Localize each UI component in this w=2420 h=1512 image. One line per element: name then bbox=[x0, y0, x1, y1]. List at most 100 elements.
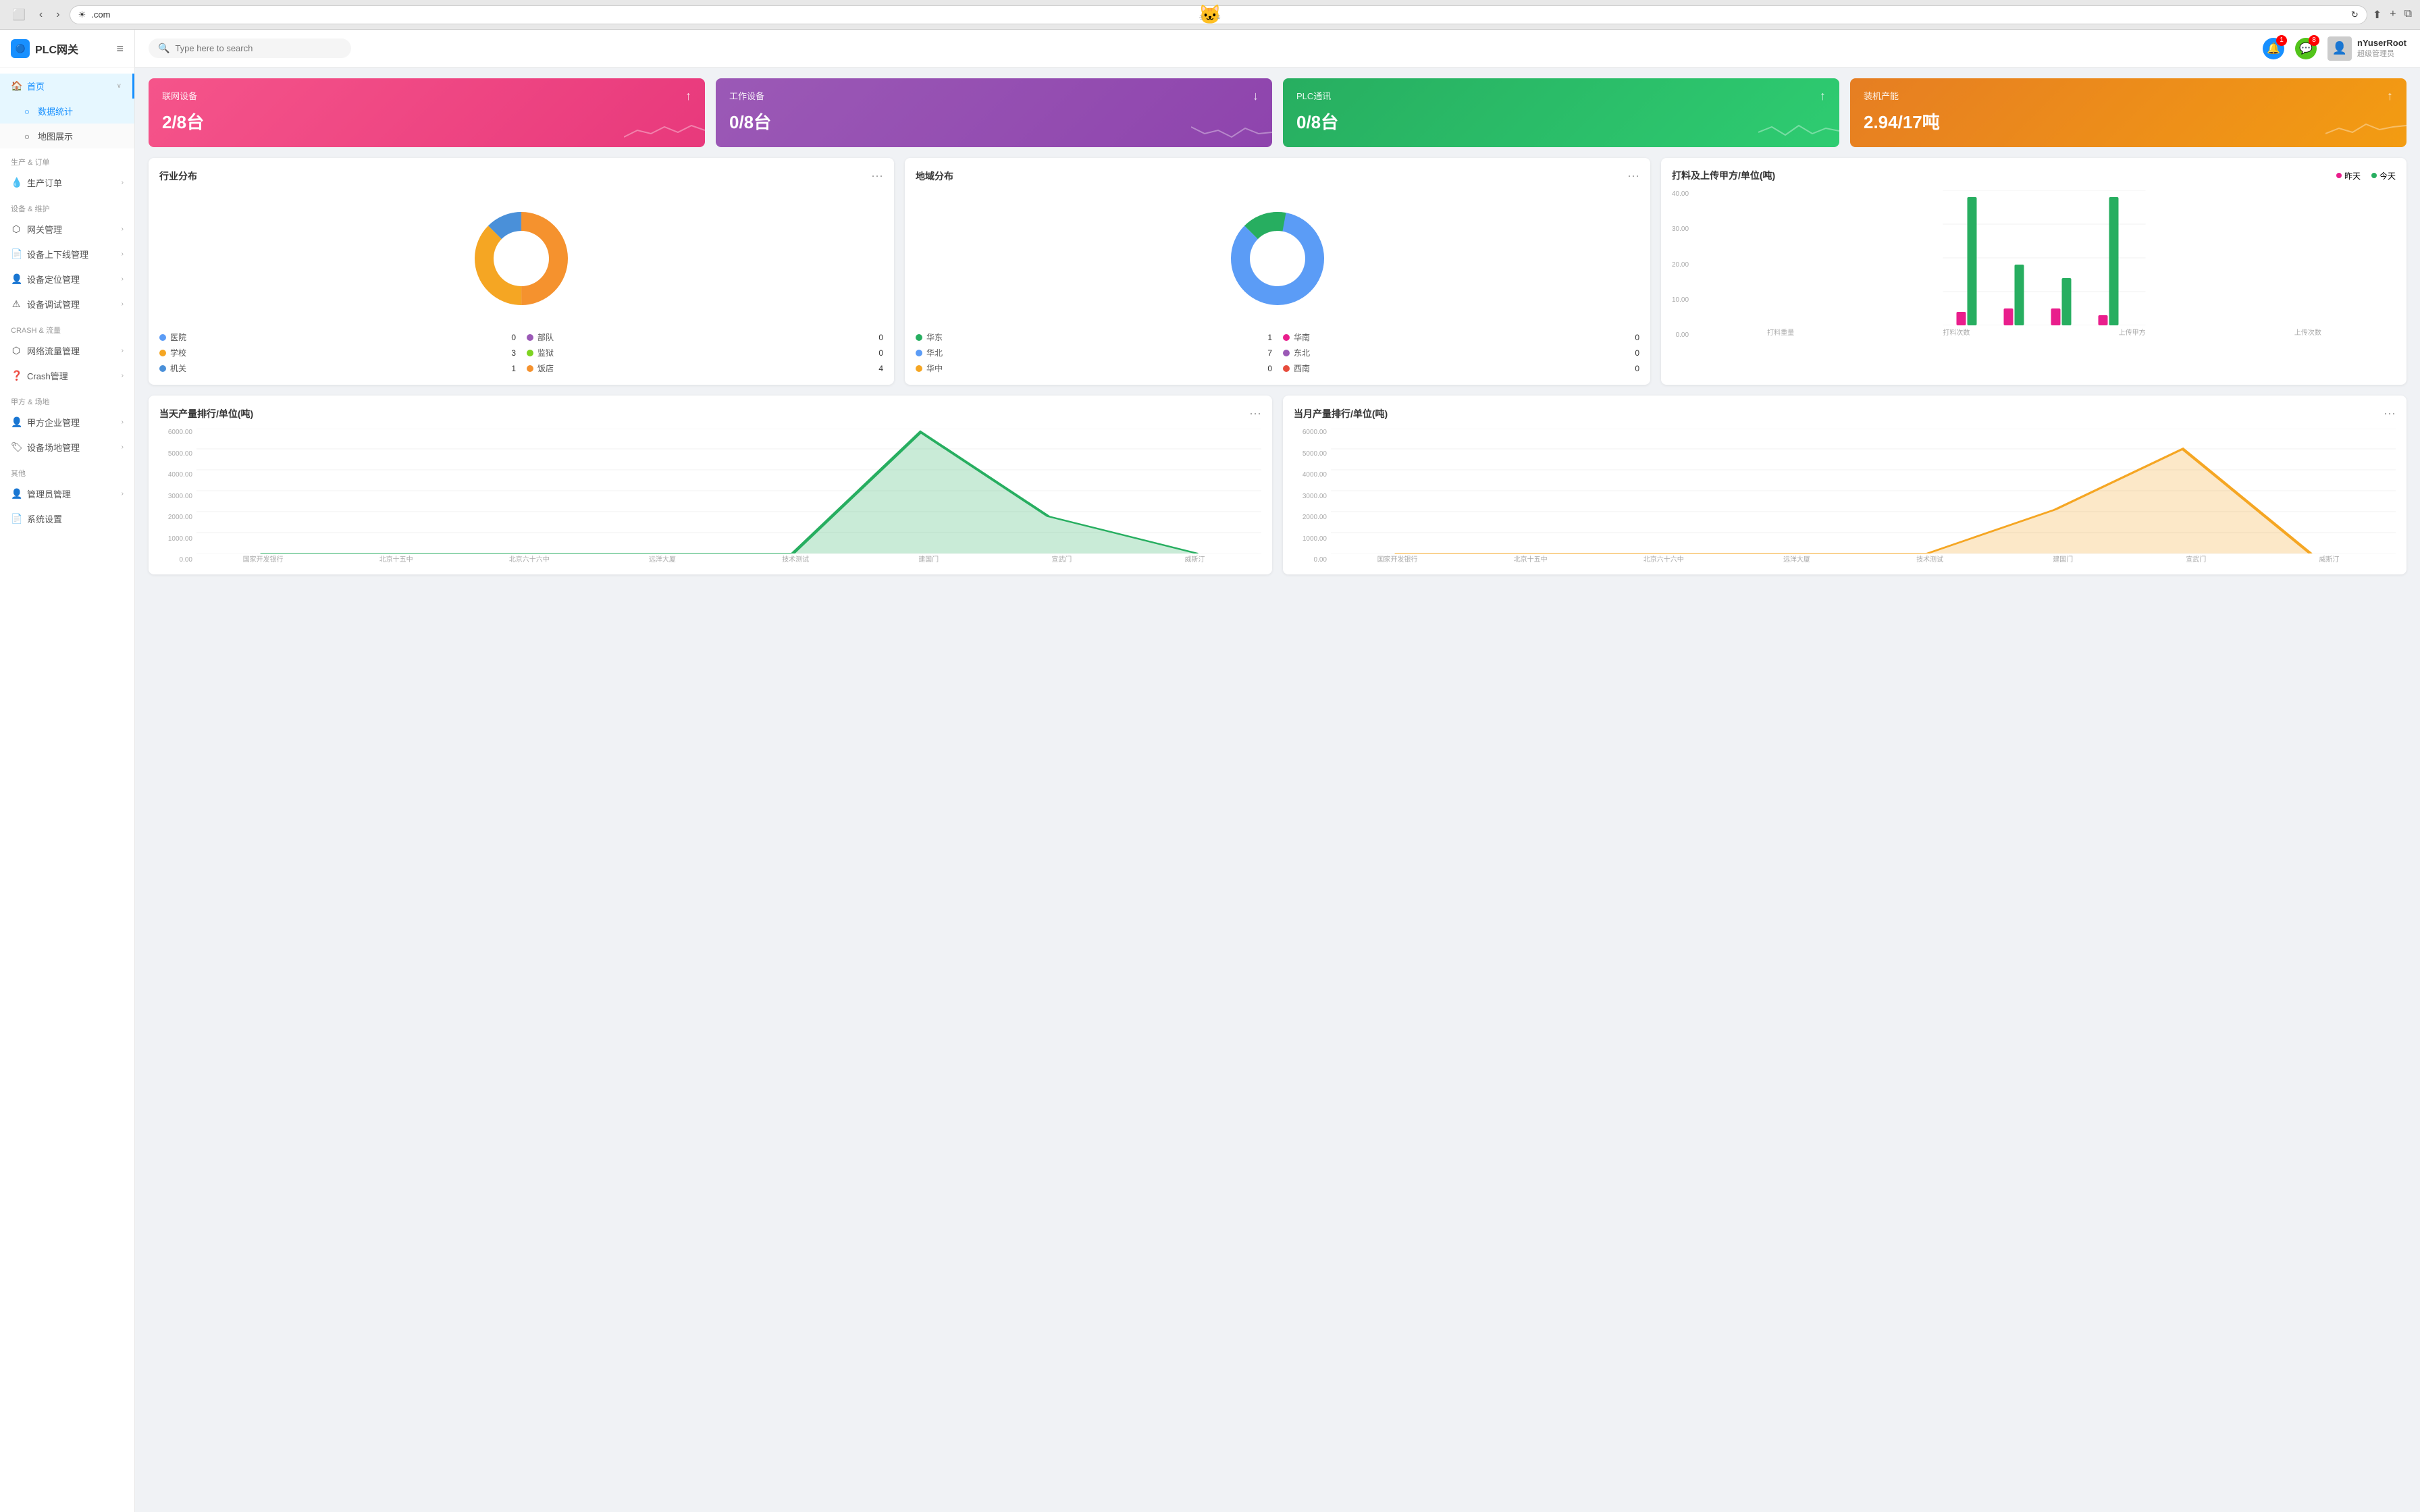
sidebar-item-system-settings[interactable]: 📄 系统设置 bbox=[0, 506, 134, 531]
sidebar-item-network-flow[interactable]: ⬡ 网络流量管理 › bbox=[0, 338, 134, 363]
legend-troops: 部队 0 bbox=[527, 331, 883, 343]
bar-beat-weight-yesterday bbox=[1957, 312, 1966, 325]
beating-bars-svg bbox=[1693, 190, 2396, 325]
school-label: 学校 bbox=[170, 347, 507, 358]
chart-region-menu[interactable]: ··· bbox=[1627, 169, 1639, 183]
legend-east: 华东 1 bbox=[916, 331, 1272, 343]
southwest-label: 西南 bbox=[1294, 362, 1631, 374]
north-label: 华北 bbox=[926, 347, 1263, 358]
daily-y-5000: 5000.00 bbox=[168, 450, 192, 458]
region-donut-container bbox=[916, 191, 1639, 326]
daily-y-4000: 4000.00 bbox=[168, 471, 192, 479]
sidebar-item-home[interactable]: 🏠 首页 ∨ bbox=[0, 74, 134, 99]
notification-msg-btn[interactable]: 💬 8 bbox=[2295, 38, 2317, 59]
sidebar-item-admin-mgmt[interactable]: 👤 管理员管理 › bbox=[0, 481, 134, 506]
sidebar-item-data-stats-label: 数据统计 bbox=[38, 105, 73, 117]
sidebar-item-production-order[interactable]: 💧 生产订单 › bbox=[0, 170, 134, 195]
user-info[interactable]: 👤 nYuserRoot 超级管理员 bbox=[2327, 36, 2406, 61]
sidebar-item-map-view-label: 地图展示 bbox=[38, 130, 73, 142]
hospital-dot bbox=[159, 334, 166, 341]
beating-y-axis: 40.00 30.00 20.00 10.00 0.00 bbox=[1672, 190, 1693, 339]
search-input[interactable] bbox=[175, 43, 342, 53]
southwest-dot bbox=[1283, 365, 1290, 372]
stat-card-install: 装机产能 ↑ 2.94/17吨 bbox=[1850, 78, 2406, 147]
avatar: 👤 bbox=[2327, 36, 2352, 61]
bar-beat-weight-today bbox=[1968, 197, 1977, 325]
hotel-value: 4 bbox=[878, 364, 883, 373]
share-icon[interactable]: ⬆ bbox=[2373, 8, 2382, 22]
browser-bar: ⬜ ‹ › ☀ .com ↻ 🐱 ⬆ + ⧉ bbox=[0, 0, 2420, 30]
legend-hotel: 饭店 4 bbox=[527, 362, 883, 374]
new-tab-icon[interactable]: + bbox=[2390, 8, 2396, 22]
office-dot bbox=[159, 365, 166, 372]
sidebar-menu-toggle[interactable]: ≡ bbox=[116, 42, 124, 56]
stat-card-install-header: 装机产能 ↑ bbox=[1864, 89, 2393, 103]
stat-card-install-title: 装机产能 bbox=[1864, 89, 1899, 102]
sidebar-item-device-locate[interactable]: 👤 设备定位管理 › bbox=[0, 267, 134, 292]
copy-icon[interactable]: ⧉ bbox=[2404, 8, 2412, 22]
sidebar-header: 🔵 PLC网关 ≡ bbox=[0, 30, 134, 68]
hospital-label: 医院 bbox=[170, 331, 507, 343]
device-debug-icon: ⚠ bbox=[11, 298, 22, 310]
sidebar-item-device-debug[interactable]: ⚠ 设备调试管理 › bbox=[0, 292, 134, 317]
stat-card-working-value: 0/8台 bbox=[729, 109, 1259, 134]
beating-chart-area: 40.00 30.00 20.00 10.00 0.00 bbox=[1672, 190, 2396, 339]
notification-badge-1: 1 bbox=[2276, 35, 2287, 46]
sidebar-item-site-mgmt[interactable]: 🏷 设备场地管理 › bbox=[0, 435, 134, 460]
monthly-y-2000: 2000.00 bbox=[1303, 514, 1327, 521]
sidebar: 🔵 PLC网关 ≡ 🏠 首页 ∨ ○ 数据统计 ○ 地图展示 生产 & 订单 bbox=[0, 30, 135, 1512]
browser-back-arrow[interactable]: ‹ bbox=[35, 6, 47, 24]
sidebar-item-data-stats[interactable]: ○ 数据统计 bbox=[0, 99, 134, 124]
prison-label: 监狱 bbox=[537, 347, 874, 358]
daily-x-label-4: 技术测试 bbox=[729, 554, 862, 564]
legend-central: 华中 0 bbox=[916, 362, 1272, 374]
system-settings-icon: 📄 bbox=[11, 513, 22, 524]
office-value: 1 bbox=[511, 364, 516, 373]
stat-card-plc: PLC通讯 ↑ 0/8台 bbox=[1283, 78, 1839, 147]
x-label-upload-count: 上传次数 bbox=[2220, 327, 2396, 337]
chart-monthly-menu[interactable]: ··· bbox=[2384, 406, 2396, 421]
chart-row-middle: 行业分布 ··· bbox=[149, 158, 2406, 385]
monthly-y-4000: 4000.00 bbox=[1303, 471, 1327, 479]
sidebar-item-gateway-label: 网关管理 bbox=[27, 223, 62, 236]
stat-card-connected-value: 2/8台 bbox=[162, 109, 691, 134]
section-label-device: 设备 & 维护 bbox=[0, 195, 134, 217]
chart-daily-title: 当天产量排行/单位(吨) bbox=[159, 407, 253, 421]
map-view-icon: ○ bbox=[22, 131, 32, 142]
bar-upload-client-yesterday bbox=[2051, 308, 2061, 325]
sidebar-item-map-view[interactable]: ○ 地图展示 bbox=[0, 124, 134, 148]
sidebar-item-client-mgmt[interactable]: 👤 甲方企业管理 › bbox=[0, 410, 134, 435]
browser-actions: ⬆ + ⧉ bbox=[2373, 8, 2412, 22]
sidebar-item-device-online[interactable]: 📄 设备上下线管理 › bbox=[0, 242, 134, 267]
sidebar-item-gateway-mgmt[interactable]: ⬡ 网关管理 › bbox=[0, 217, 134, 242]
sidebar-item-device-debug-label: 设备调试管理 bbox=[27, 298, 80, 310]
chart-daily-menu[interactable]: ··· bbox=[1249, 406, 1261, 421]
daily-area-fill bbox=[261, 432, 1198, 554]
chart-industry-menu[interactable]: ··· bbox=[871, 169, 883, 183]
sidebar-item-admin-label: 管理员管理 bbox=[27, 487, 71, 500]
bottom-chart-row: 当天产量排行/单位(吨) ··· 6000.00 5000.00 4000.00… bbox=[149, 396, 2406, 574]
industry-donut-svg bbox=[467, 205, 575, 313]
bar-upload-count-today bbox=[2109, 197, 2119, 325]
browser-back-btn[interactable]: ⬜ bbox=[8, 5, 30, 24]
sidebar-logo-icon: 🔵 bbox=[16, 44, 26, 53]
search-box[interactable]: 🔍 bbox=[149, 38, 351, 58]
stat-card-plc-header: PLC通讯 ↑ bbox=[1296, 89, 1826, 103]
notification-bell-btn[interactable]: 🔔 1 bbox=[2263, 38, 2284, 59]
northeast-label: 东北 bbox=[1294, 347, 1631, 358]
section-label-production: 生产 & 订单 bbox=[0, 148, 134, 170]
x-label-beat-weight: 打料重量 bbox=[1693, 327, 1868, 337]
chart-industry-dist: 行业分布 ··· bbox=[149, 158, 894, 385]
refresh-icon[interactable]: ↻ bbox=[2351, 9, 2359, 20]
search-icon: 🔍 bbox=[158, 43, 169, 54]
sidebar-item-crash-mgmt[interactable]: ❓ Crash管理 › bbox=[0, 363, 134, 388]
sidebar-item-home-label: 首页 bbox=[27, 80, 45, 92]
daily-x-label-2: 北京六十六中 bbox=[463, 554, 596, 564]
browser-forward-arrow[interactable]: › bbox=[52, 6, 63, 24]
region-donut-svg bbox=[1224, 205, 1332, 313]
chart-beating-upload: 打料及上传甲方/单位(吨) 昨天 今天 bbox=[1661, 158, 2406, 385]
troops-label: 部队 bbox=[537, 331, 874, 343]
legend-hospital: 医院 0 bbox=[159, 331, 516, 343]
daily-chart-area: 6000.00 5000.00 4000.00 3000.00 2000.00 … bbox=[159, 429, 1261, 564]
daily-y-1000: 1000.00 bbox=[168, 535, 192, 543]
